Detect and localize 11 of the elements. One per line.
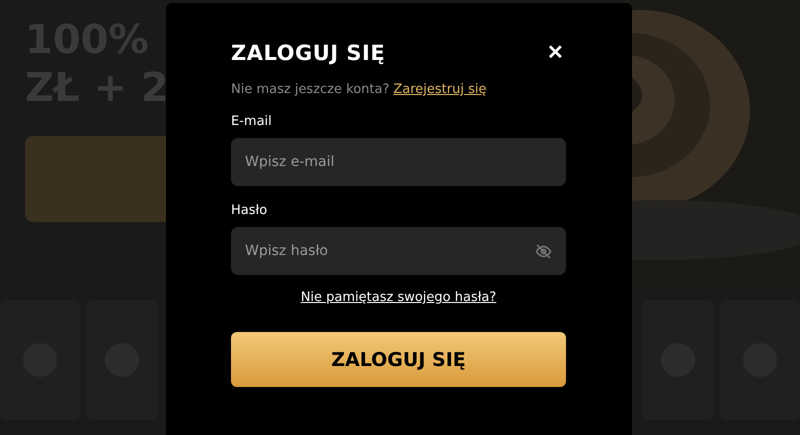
close-button[interactable]: ✕ bbox=[545, 43, 566, 63]
email-field[interactable]: Wpisz e-mail bbox=[231, 138, 566, 186]
register-link[interactable]: Zarejestruj się bbox=[393, 82, 486, 97]
password-field[interactable]: Wpisz hasło bbox=[231, 227, 566, 275]
eye-slash-icon[interactable] bbox=[535, 243, 552, 260]
forgot-password-link[interactable]: Nie pamiętasz swojego hasła? bbox=[300, 290, 496, 305]
register-prompt: Nie masz jeszcze konta? bbox=[231, 82, 390, 97]
login-button[interactable]: ZALOGUJ SIĘ bbox=[231, 332, 566, 387]
field-label: E-mail bbox=[231, 114, 273, 129]
field-label: Hasło bbox=[231, 203, 268, 218]
dialog-title: ZALOGUJ SIĘ bbox=[231, 41, 386, 65]
